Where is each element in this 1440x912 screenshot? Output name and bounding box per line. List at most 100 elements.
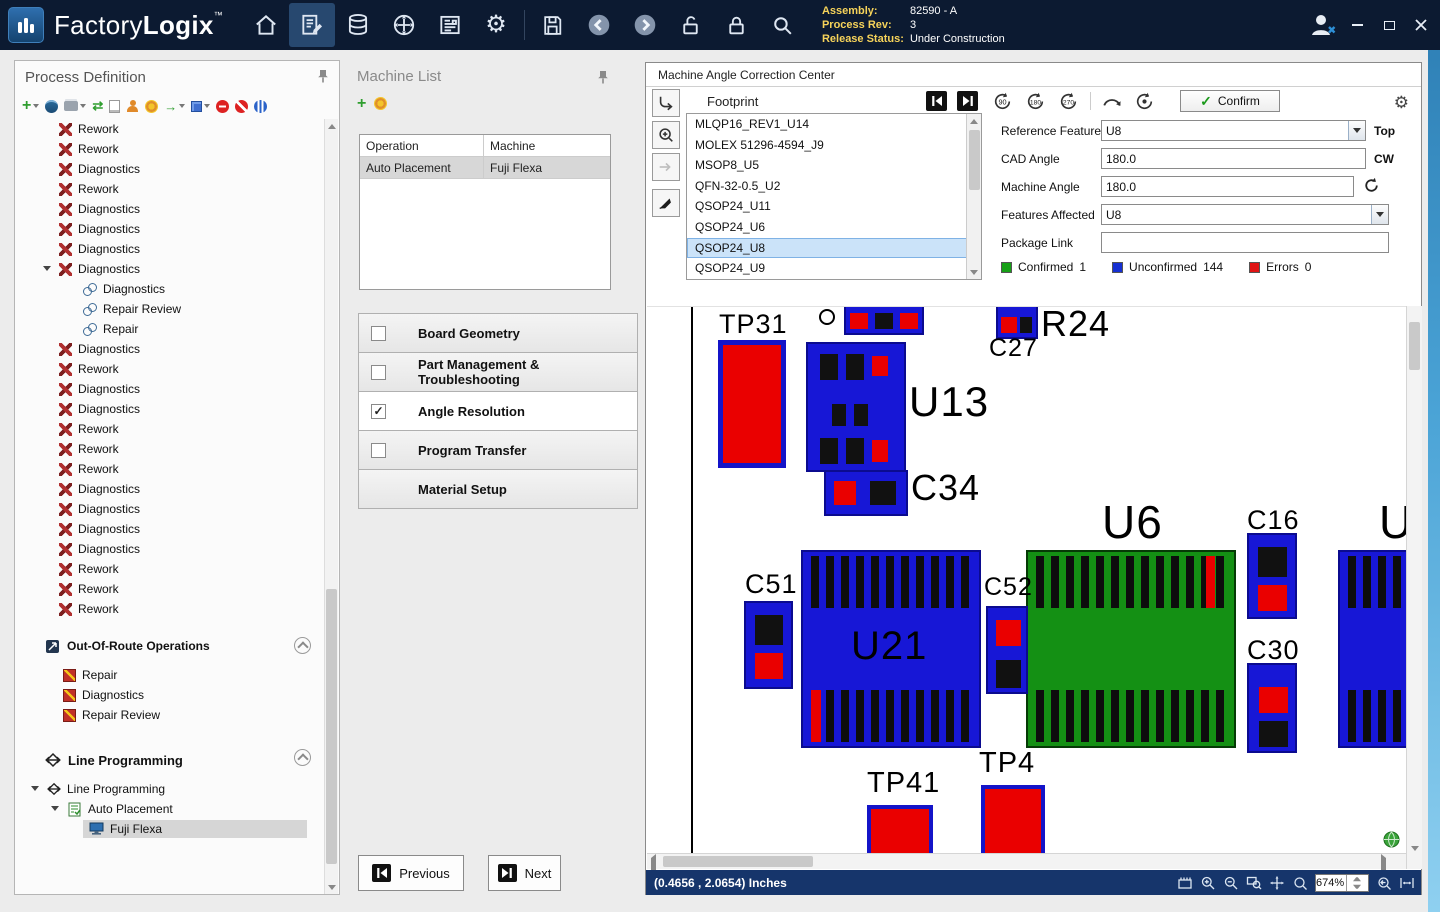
rotate-point-button[interactable] xyxy=(1133,90,1156,113)
canvas-horizontal-scrollbar[interactable] xyxy=(647,853,1406,869)
step-checkbox[interactable] xyxy=(371,326,386,341)
collapse-section-button[interactable] xyxy=(294,749,311,766)
package-button[interactable] xyxy=(191,99,210,114)
unlock-button[interactable] xyxy=(668,3,714,47)
expander-open-icon[interactable] xyxy=(31,786,39,791)
footprint-item[interactable]: MSOP8_U5 xyxy=(687,155,968,176)
tree-item[interactable]: Diagnostics xyxy=(19,519,325,539)
scroll-up-icon[interactable] xyxy=(967,114,981,128)
find-button[interactable] xyxy=(760,3,806,47)
footprint-item[interactable]: MOLEX 51296-4594_J9 xyxy=(687,135,968,156)
footprint-item-selected[interactable]: QSOP24_U8 xyxy=(687,238,968,259)
expander-open-icon[interactable] xyxy=(43,266,51,271)
scrollbar-thumb[interactable] xyxy=(1409,322,1420,370)
save-button[interactable] xyxy=(530,3,576,47)
tree-item[interactable]: Diagnostics xyxy=(19,239,325,259)
first-footprint-button[interactable] xyxy=(926,91,947,111)
expander-open-icon[interactable] xyxy=(51,806,59,811)
machine-table-row[interactable]: Auto Placement Fuji Flexa xyxy=(360,157,610,179)
pause-button[interactable] xyxy=(254,99,267,114)
tree-item[interactable]: Rework xyxy=(19,179,325,199)
footprint-item[interactable]: QFN-32-0.5_U2 xyxy=(687,176,968,197)
add-machine-button[interactable]: + xyxy=(357,96,366,111)
oor-item[interactable]: Diagnostics xyxy=(19,685,325,705)
scroll-down-icon[interactable] xyxy=(967,265,981,279)
step-angle-resolution[interactable]: ✓Angle Resolution xyxy=(358,391,638,431)
scroll-down-icon[interactable] xyxy=(1411,851,1419,865)
line-programming-node[interactable]: Line Programming xyxy=(19,779,325,799)
tree-item[interactable]: Rework xyxy=(19,459,325,479)
oor-item[interactable]: Repair Review xyxy=(19,705,325,725)
close-button[interactable] xyxy=(1408,14,1434,36)
tree-item[interactable]: Diagnostics xyxy=(19,219,325,239)
scrollbar-thumb[interactable] xyxy=(969,130,980,190)
board-layers-icon[interactable] xyxy=(1177,875,1193,891)
dart-pin-button[interactable] xyxy=(652,189,680,217)
footprint-item[interactable]: QSOP24_U9 xyxy=(687,258,968,279)
tree-item[interactable]: Diagnostics xyxy=(19,159,325,179)
maximize-button[interactable] xyxy=(1376,14,1402,36)
arc-arrow-button[interactable] xyxy=(1101,91,1123,111)
chevron-down-icon[interactable] xyxy=(1371,205,1388,224)
step-checkbox[interactable] xyxy=(371,443,386,458)
spin-up-icon[interactable] xyxy=(1353,875,1361,881)
zoom-extents-button[interactable] xyxy=(1383,831,1400,848)
features-affected-dropdown[interactable]: U8 xyxy=(1101,204,1389,225)
rotate-90-button[interactable]: 90 xyxy=(991,90,1014,113)
zoom-window-icon[interactable] xyxy=(1246,875,1262,891)
rotate-view-button[interactable] xyxy=(652,89,680,117)
refresh-angle-button[interactable] xyxy=(1362,176,1381,195)
auto-placement-node[interactable]: Auto Placement xyxy=(19,799,325,819)
machine-node-selected[interactable]: Fuji Flexa xyxy=(19,819,325,839)
remove-button[interactable] xyxy=(216,99,229,114)
tree-item[interactable]: Diagnostics xyxy=(19,339,325,359)
tree-item[interactable]: Diagnostics xyxy=(19,399,325,419)
footprint-item[interactable]: QSOP24_U11 xyxy=(687,196,968,217)
person-button[interactable] xyxy=(126,99,139,114)
collapse-section-button[interactable] xyxy=(294,637,311,654)
zoom-in-icon[interactable] xyxy=(1200,875,1216,891)
footprint-item[interactable]: MLQP16_REV1_U14 xyxy=(687,114,968,135)
sync-button[interactable]: ⇄ xyxy=(92,99,103,114)
column-operation[interactable]: Operation xyxy=(360,135,484,156)
tree-item[interactable]: Rework xyxy=(19,119,325,139)
rotate-180-button[interactable]: 180 xyxy=(1024,90,1047,113)
zoom-out-icon[interactable] xyxy=(1223,875,1239,891)
routing-button[interactable] xyxy=(381,3,427,47)
chevron-down-icon[interactable] xyxy=(1348,121,1365,140)
scrollbar-thumb[interactable] xyxy=(326,589,337,864)
forward-button[interactable] xyxy=(622,3,668,47)
pcb-viewer-canvas[interactable]: TP31 C27 R24 U13 C34 xyxy=(647,306,1406,853)
next-button[interactable]: Next xyxy=(488,855,561,891)
zoom-level-spinner[interactable]: 674% xyxy=(1315,874,1369,892)
out-of-route-header[interactable]: Out-Of-Route Operations xyxy=(19,635,325,657)
tree-child-item[interactable]: Repair Review xyxy=(19,299,325,319)
last-footprint-button[interactable] xyxy=(957,91,978,111)
tree-item[interactable]: Diagnostics xyxy=(19,379,325,399)
spinner-arrows[interactable] xyxy=(1346,875,1368,891)
lock-button[interactable] xyxy=(714,3,760,47)
flower-button[interactable] xyxy=(145,99,158,114)
step-board-geometry[interactable]: Board Geometry xyxy=(358,313,638,353)
pin-icon[interactable] xyxy=(317,69,329,83)
materials-button[interactable] xyxy=(335,3,381,47)
tree-child-item[interactable]: Diagnostics xyxy=(19,279,325,299)
zoom-previous-icon[interactable] xyxy=(1376,875,1392,891)
step-checkbox-checked[interactable]: ✓ xyxy=(371,404,386,419)
footprint-scrollbar[interactable] xyxy=(966,114,981,279)
tree-item[interactable]: Diagnostics xyxy=(19,539,325,559)
tree-item[interactable]: Rework xyxy=(19,359,325,379)
tree-item[interactable]: Rework xyxy=(19,419,325,439)
link-button[interactable] xyxy=(45,99,58,114)
column-machine[interactable]: Machine xyxy=(484,135,610,156)
share-button[interactable]: → xyxy=(164,99,185,114)
print-button[interactable] xyxy=(64,99,86,114)
tree-item[interactable]: Rework xyxy=(19,559,325,579)
tree-child-item[interactable]: Repair xyxy=(19,319,325,339)
canvas-vertical-scrollbar[interactable] xyxy=(1406,306,1422,869)
reference-feature-dropdown[interactable]: U8 xyxy=(1101,120,1366,141)
scroll-down-icon[interactable] xyxy=(325,880,338,894)
machine-angle-input[interactable] xyxy=(1101,176,1354,197)
step-program-transfer[interactable]: Program Transfer xyxy=(358,430,638,470)
fit-width-icon[interactable] xyxy=(1399,875,1415,891)
